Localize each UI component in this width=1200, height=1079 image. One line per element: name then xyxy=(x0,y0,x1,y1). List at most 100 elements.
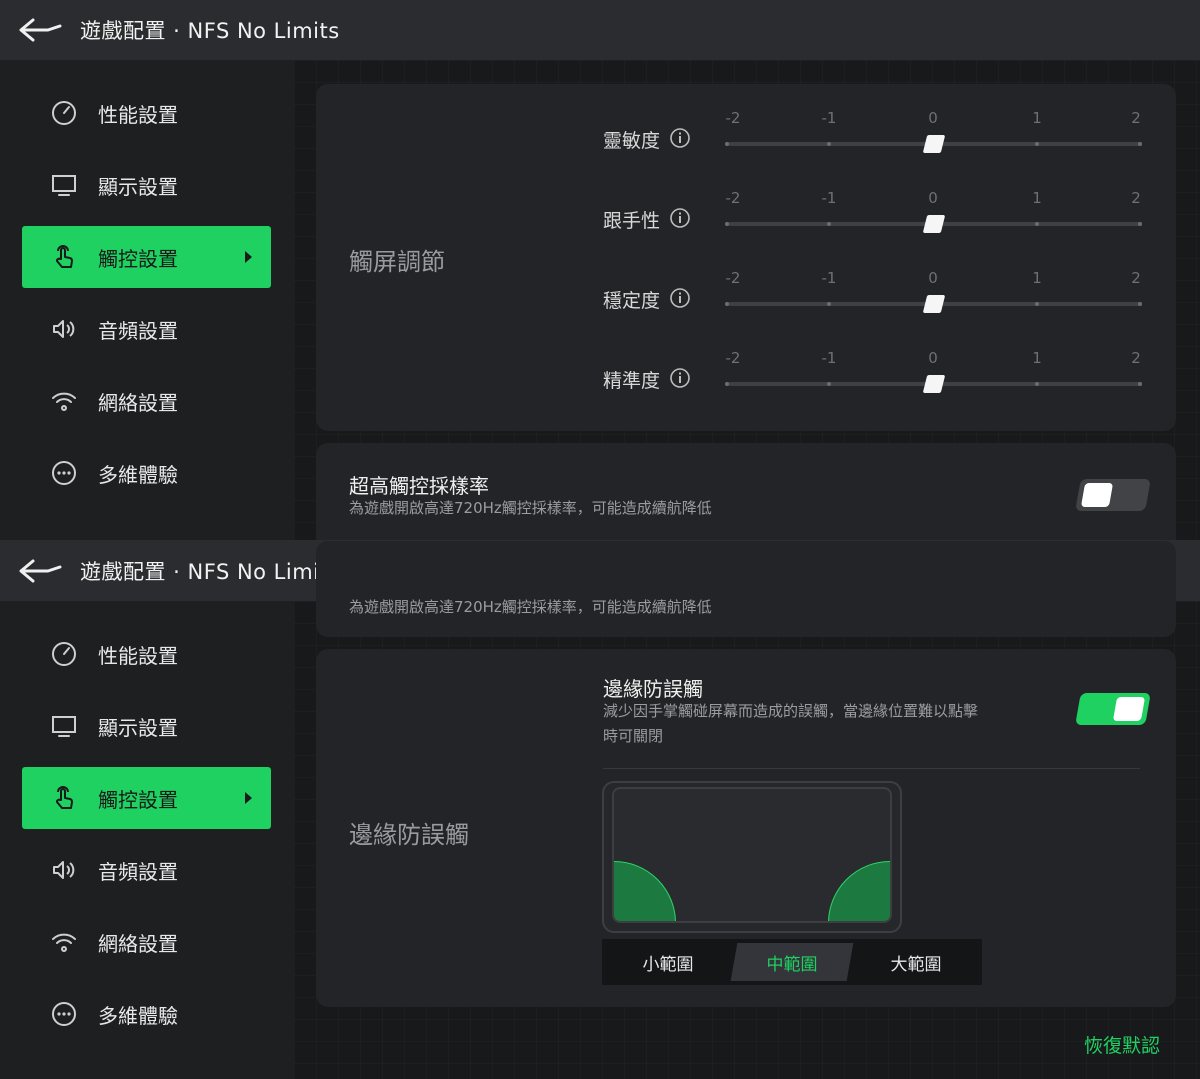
touch-hand-icon xyxy=(48,782,80,814)
sidebar-item-label: 網絡設置 xyxy=(98,931,178,956)
sidebar-item-label: 音頻設置 xyxy=(98,859,178,884)
more-dots-icon xyxy=(48,457,80,489)
range-option-label: 小範圍 xyxy=(642,954,694,975)
track-dot xyxy=(1035,302,1039,306)
sidebar-item-audio[interactable]: 音頻設置 xyxy=(22,298,271,360)
info-icon[interactable] xyxy=(669,287,691,309)
track-dot xyxy=(827,382,831,386)
range-selector: 小範圍 中範圍 大範圍 xyxy=(602,939,982,985)
tick-label: -1 xyxy=(821,189,837,207)
sidebar-item-label: 性能設置 xyxy=(98,102,178,127)
sidebar-item-label: 音頻設置 xyxy=(98,318,178,343)
sidebar-item-label: 多維體驗 xyxy=(98,1003,178,1028)
more-dots-icon xyxy=(48,998,80,1030)
sidebar-item-network[interactable]: 網絡設置 xyxy=(22,370,271,432)
screenshot-bottom: 遊戲配置 · NFS No Limits 性能設置 顯示設置 觸控設置 音頻設置… xyxy=(0,540,1200,1079)
slider-row-stability: 穩定度 -2 -1 0 1 2 xyxy=(316,264,1176,344)
slider-thumb[interactable] xyxy=(922,295,945,313)
track-dot xyxy=(1138,222,1142,226)
sidebar-item-touch[interactable]: 觸控設置 xyxy=(22,767,271,829)
slider-label: 精準度 xyxy=(603,370,661,392)
edge-protection-description-cont: 時可關閉 xyxy=(603,727,664,745)
monitor-icon xyxy=(48,169,80,201)
screenshot-top: 遊戲配置 · NFS No Limits 性能設置 顯示設置 觸控設置 音頻設置… xyxy=(0,0,1200,540)
tick-label: 1 xyxy=(1032,269,1042,287)
restore-default-button[interactable]: 恢復默認 xyxy=(1084,1031,1160,1058)
track-dot xyxy=(725,142,729,146)
slider-thumb[interactable] xyxy=(922,375,945,393)
sidebar-item-label: 觸控設置 xyxy=(98,787,178,812)
sidebar: 性能設置 顯示設置 觸控設置 音頻設置 網絡設置 多維體驗 xyxy=(0,60,294,540)
tick-label: 1 xyxy=(1032,189,1042,207)
slider-label: 跟手性 xyxy=(603,210,661,232)
track-dot xyxy=(1035,142,1039,146)
edge-protection-title: 邊緣防誤觸 xyxy=(603,677,703,701)
track-dot xyxy=(1138,382,1142,386)
high-sampling-toggle[interactable] xyxy=(1075,479,1151,511)
track-dot xyxy=(1138,302,1142,306)
divider xyxy=(603,768,1140,769)
sidebar-item-multidim[interactable]: 多維體驗 xyxy=(22,442,271,504)
back-button[interactable] xyxy=(0,541,80,601)
monitor-icon xyxy=(48,710,80,742)
tick-label: -2 xyxy=(725,109,741,127)
touch-tuning-card: 觸屏調節 靈敏度 -2 -1 0 1 2 跟手性 -2 -1 0 1 2 穩定度… xyxy=(316,84,1176,431)
back-arrow-icon xyxy=(19,18,62,42)
range-option-small[interactable]: 小範圍 xyxy=(606,939,730,985)
slider-label: 靈敏度 xyxy=(603,130,661,152)
info-icon[interactable] xyxy=(669,207,691,229)
sidebar-item-performance[interactable]: 性能設置 xyxy=(22,623,271,685)
top-bar: 遊戲配置 · NFS No Limits xyxy=(0,0,1200,60)
sidebar-item-multidim[interactable]: 多維體驗 xyxy=(22,983,271,1045)
edge-protection-description: 減少因手掌觸碰屏幕而造成的誤觸，當邊緣位置難以點擊 xyxy=(603,702,979,720)
high-sampling-description: 為遊戲開啟高達720Hz觸控採樣率，可能造成續航降低 xyxy=(349,499,712,517)
track-dot xyxy=(725,382,729,386)
toggle-knob xyxy=(1080,483,1114,507)
page-title: 遊戲配置 · NFS No Limits xyxy=(80,560,340,584)
sidebar-item-display[interactable]: 顯示設置 xyxy=(22,154,271,216)
slider-thumb[interactable] xyxy=(922,215,945,233)
tick-label: 0 xyxy=(928,109,938,127)
wifi-icon xyxy=(48,385,80,417)
gauge-icon xyxy=(48,638,80,670)
edge-zone-preview xyxy=(602,781,902,933)
sidebar-item-audio[interactable]: 音頻設置 xyxy=(22,839,271,901)
wifi-icon xyxy=(48,926,80,958)
track-dot xyxy=(1035,222,1039,226)
edge-protection-card: 邊緣防誤觸 邊緣防誤觸 減少因手掌觸碰屏幕而造成的誤觸，當邊緣位置難以點擊 時可… xyxy=(316,649,1176,1007)
sidebar-item-touch[interactable]: 觸控設置 xyxy=(22,226,271,288)
tick-label: 0 xyxy=(928,269,938,287)
sidebar-item-network[interactable]: 網絡設置 xyxy=(22,911,271,973)
caret-right-icon xyxy=(245,251,252,263)
track-dot xyxy=(725,302,729,306)
range-option-medium[interactable]: 中範圍 xyxy=(730,939,854,985)
toggle-knob xyxy=(1112,697,1146,721)
left-edge-zone xyxy=(614,861,676,921)
tick-label: 1 xyxy=(1032,109,1042,127)
phone-screen-preview xyxy=(612,787,892,923)
sidebar-item-display[interactable]: 顯示設置 xyxy=(22,695,271,757)
info-icon[interactable] xyxy=(669,127,691,149)
section-title: 邊緣防誤觸 xyxy=(349,821,469,849)
track-dot xyxy=(827,222,831,226)
tick-label: -1 xyxy=(821,349,837,367)
high-sampling-card-scrolled: 為遊戲開啟高達720Hz觸控採樣率，可能造成續航降低 xyxy=(316,541,1176,637)
back-button[interactable] xyxy=(0,0,80,60)
sidebar: 性能設置 顯示設置 觸控設置 音頻設置 網絡設置 多維體驗 xyxy=(0,601,294,1079)
range-option-large[interactable]: 大範圍 xyxy=(854,939,978,985)
slider-thumb[interactable] xyxy=(922,135,945,153)
edge-protection-toggle[interactable] xyxy=(1075,693,1151,725)
tick-label: 2 xyxy=(1131,349,1141,367)
touch-hand-icon xyxy=(48,241,80,273)
sidebar-item-label: 網絡設置 xyxy=(98,390,178,415)
settings-content: 為遊戲開啟高達720Hz觸控採樣率，可能造成續航降低 邊緣防誤觸 邊緣防誤觸 減… xyxy=(294,541,1200,1079)
track-dot xyxy=(725,222,729,226)
caret-right-icon xyxy=(245,792,252,804)
sidebar-item-performance[interactable]: 性能設置 xyxy=(22,82,271,144)
high-sampling-title: 超高觸控採樣率 xyxy=(349,474,489,498)
tick-label: -1 xyxy=(821,109,837,127)
page-title: 遊戲配置 · NFS No Limits xyxy=(80,19,340,43)
info-icon[interactable] xyxy=(669,367,691,389)
tick-label: -2 xyxy=(725,269,741,287)
back-arrow-icon xyxy=(19,559,62,583)
